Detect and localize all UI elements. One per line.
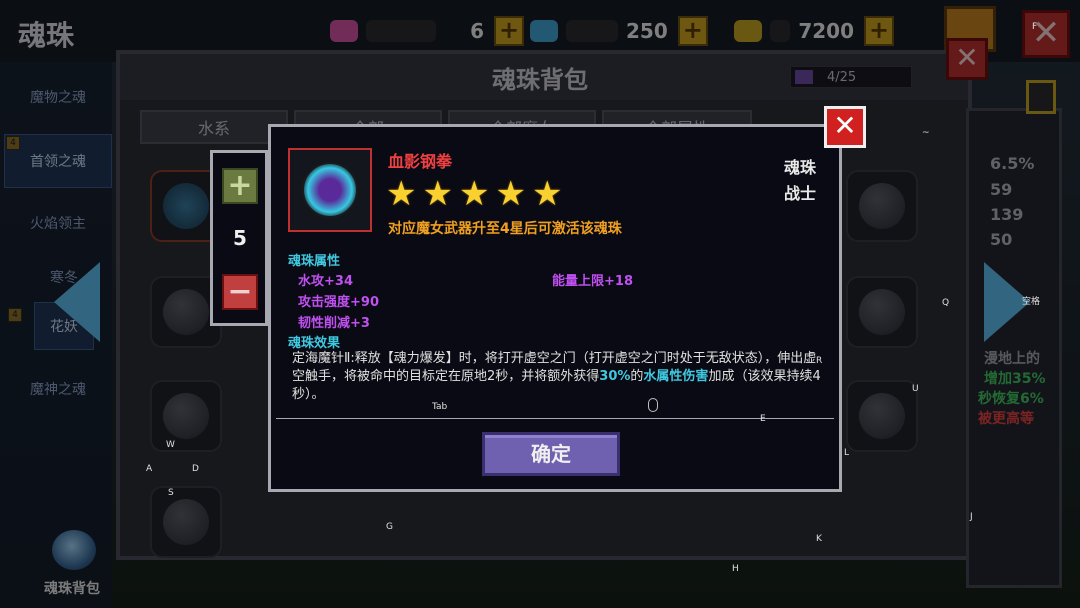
- key-hint: F: [1032, 22, 1038, 32]
- key-hint: A: [146, 464, 153, 474]
- key-hint: G: [386, 522, 393, 532]
- fist-soul-icon: [302, 162, 358, 218]
- key-hint: Q: [942, 298, 950, 308]
- star-icon: ★: [386, 174, 417, 214]
- item-class: 战士: [784, 184, 817, 203]
- effect-highlight: 水属性伤害: [643, 369, 709, 384]
- key-hint: U: [912, 384, 919, 394]
- key-hint: E: [760, 414, 766, 424]
- key-hint: K: [816, 534, 822, 544]
- key-hint: R: [816, 356, 823, 366]
- close-dialog-button[interactable]: ✕: [824, 106, 866, 148]
- effect-highlight: 30%: [599, 369, 631, 384]
- item-icon-frame: [288, 148, 372, 232]
- confirm-button[interactable]: 确定: [482, 432, 620, 476]
- star-rating: ★ ★ ★ ★ ★: [386, 176, 568, 212]
- decrease-button[interactable]: −: [222, 274, 258, 310]
- stepper-value: 5: [233, 226, 247, 250]
- attributes-header: 魂珠属性: [288, 254, 341, 269]
- effect-description: 定海魔针Ⅱ:释放【魂力爆发】时，将打开虚空之门（打开虚空之门时处于无敌状态），伸…: [292, 350, 822, 404]
- mouse-icon: [648, 398, 658, 412]
- star-icon: ★: [458, 174, 490, 214]
- key-hint: ~: [922, 128, 930, 138]
- divider: [276, 418, 834, 419]
- attribute-item: 韧性削减+3: [298, 316, 370, 331]
- key-hint: L: [844, 448, 850, 458]
- effect-text: 的: [630, 369, 644, 384]
- key-hint: H: [732, 564, 739, 574]
- attribute-item: 攻击强度+90: [298, 295, 379, 310]
- key-hint: 空格: [1022, 297, 1041, 307]
- key-hint: S: [168, 488, 174, 498]
- increase-button[interactable]: +: [222, 168, 258, 204]
- key-hint: W: [166, 440, 175, 450]
- activate-hint: 对应魔女武器升至4星后可激活该魂珠: [388, 221, 622, 237]
- key-hint: D: [192, 464, 199, 474]
- key-hint: J: [970, 512, 973, 522]
- key-hint: Tab: [432, 402, 448, 412]
- attribute-item: 能量上限+18: [552, 274, 633, 289]
- star-icon: ★: [531, 174, 563, 214]
- attribute-item: 水攻+34: [298, 274, 353, 289]
- star-icon: ★: [495, 174, 526, 214]
- item-type: 魂珠: [784, 158, 817, 177]
- star-icon: ★: [422, 174, 453, 214]
- item-name: 血影钢拳: [388, 152, 453, 171]
- effect-header: 魂珠效果: [288, 336, 341, 351]
